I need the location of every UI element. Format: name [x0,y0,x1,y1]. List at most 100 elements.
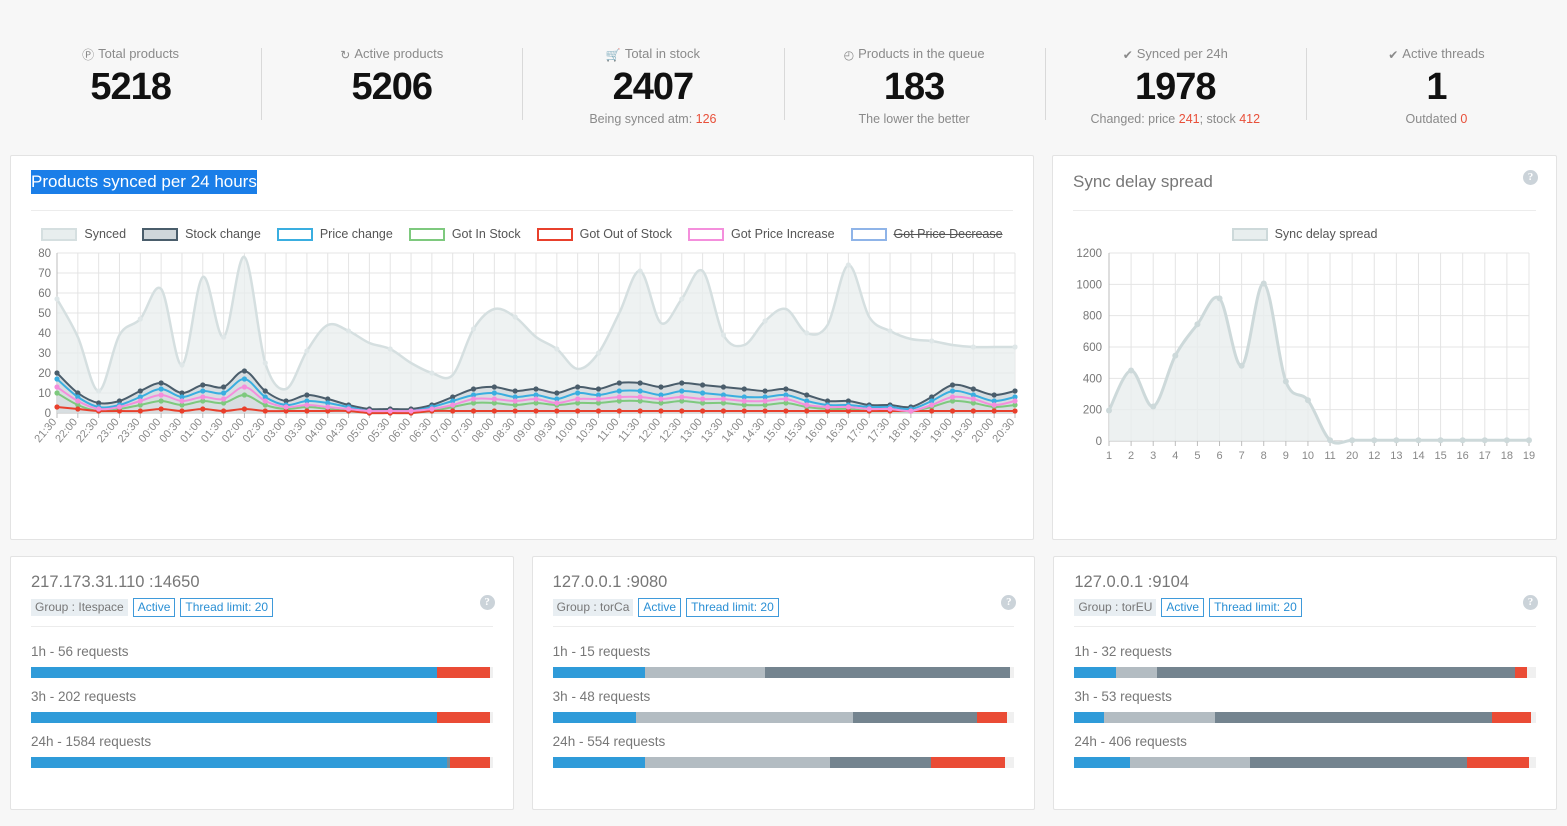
svg-text:12:30: 12:30 [657,416,684,445]
legend-swatch [536,227,573,241]
card-header: 127.0.0.1 :9104 Group : torEU Active Thread… [1054,557,1556,617]
svg-text:15:00: 15:00 [761,416,788,445]
stat-label-text: Synced per 24h [1136,46,1228,61]
svg-text:04:30: 04:30 [324,416,351,445]
bar-segment-2 [449,757,491,768]
svg-text:17:00: 17:00 [845,416,872,445]
svg-text:6: 6 [1216,450,1222,462]
bar-segment-1 [1104,712,1216,723]
svg-text:30: 30 [38,348,51,360]
svg-text:10:30: 10:30 [574,416,601,445]
svg-text:10: 10 [38,388,51,400]
help-icon[interactable]: ? [1523,170,1538,185]
status-badge[interactable]: Active [1161,598,1205,617]
svg-text:14: 14 [1412,450,1424,462]
requests-bar-0[interactable] [1074,667,1537,678]
legend-item-1[interactable]: Stock change [142,227,261,241]
requests-bar-2[interactable] [31,757,493,768]
requests-bar-0[interactable] [31,667,493,678]
status-badge[interactable]: Active [638,598,682,617]
thread-limit-badge[interactable]: Thread limit: 20 [1209,598,1302,617]
main-chart[interactable]: 0 10 20 30 40 50 60 70 80 21:30 22:00 22:30 23:00 23:… [11,245,1033,475]
legend-swatch [41,227,78,241]
requests-bar-0[interactable] [552,667,1015,678]
svg-text:19:00: 19:00 [928,416,955,445]
legend-item-0[interactable]: Sync delay spread [1231,227,1378,241]
stat-sub-accent: 126 [695,112,717,126]
legend-item-4[interactable]: Got Out of Stock [536,227,672,241]
requests-bar-1[interactable] [31,712,493,723]
stat-sub-accent: 0 [1460,112,1468,126]
svg-text:400: 400 [1083,373,1102,385]
card-body: 1h - 32 requests 3h - 53 requests 24h - 40… [1054,627,1556,768]
svg-text:60: 60 [38,288,51,300]
svg-text:03:30: 03:30 [282,416,309,445]
svg-text:70: 70 [38,268,51,280]
cart-icon: 🛒 [605,48,621,62]
stat-label: ◴ Products in the queue [784,46,1045,63]
svg-text:11:00: 11:00 [595,416,621,444]
svg-text:50: 50 [38,308,51,320]
svg-text:14:00: 14:00 [720,416,747,445]
legend-item-0[interactable]: Synced [41,227,126,241]
legend-item-3[interactable]: Got In Stock [408,227,521,241]
stat-label: ↻ Active products [261,46,522,63]
svg-text:03:00: 03:00 [261,416,288,445]
svg-text:13:00: 13:00 [678,416,705,445]
bar-segment-3 [1515,667,1527,678]
help-icon[interactable]: ? [479,595,495,610]
legend-swatch [408,227,445,241]
legend-item-5[interactable]: Got Price Increase [688,227,835,241]
page-title: Products synced per 24 hours [31,170,257,194]
svg-text:23:00: 23:00 [95,416,122,445]
svg-text:8: 8 [1261,450,1267,462]
thread-limit-badge[interactable]: Thread limit: 20 [180,598,274,617]
thread-limit-badge[interactable]: Thread limit: 20 [686,598,779,617]
help-icon[interactable]: ? [1523,595,1539,610]
legend-swatch [1231,227,1268,241]
bar-segment-0 [1074,757,1130,768]
bar-segment-3 [1492,712,1532,723]
svg-text:06:00: 06:00 [386,416,413,445]
requests-bar-2[interactable] [1074,757,1537,768]
bar-segment-0 [1074,712,1105,723]
svg-text:15:30: 15:30 [782,416,809,445]
legend-item-6[interactable]: Got Price Decrease [850,227,1003,241]
side-chart-legend[interactable]: Sync delay spread [1053,211,1556,245]
proxy-cards-row: 217.173.31.110 :14650 Group : Itespace Act… [0,540,1567,810]
legend-swatch [276,227,313,241]
main-chart-legend[interactable]: Synced Stock change Price change Got In Sto… [11,211,1033,245]
status-badge[interactable]: Active [132,598,176,617]
stat-sub: Changed: price 241; stock 412 [1090,112,1261,126]
stat-value: 5218 [90,66,172,108]
requests-bar-2[interactable] [552,757,1015,768]
svg-text:09:00: 09:00 [511,416,538,445]
bar-segment-1 [437,667,490,678]
legend-label: Price change [319,227,393,241]
svg-text:11: 11 [1324,450,1335,462]
svg-text:07:30: 07:30 [449,416,476,445]
legend-swatch [850,227,887,241]
requests-bar-1[interactable] [1074,712,1537,723]
requests-bar-1[interactable] [552,712,1015,723]
legend-item-2[interactable]: Price change [276,227,393,241]
charts-row: Products synced per 24 hours Synced Stock… [0,155,1567,540]
stat-value: 1 [1426,66,1447,108]
svg-text:08:30: 08:30 [491,416,518,445]
side-chart[interactable]: 0 200 400 600 800 1000 1200 1 2 3 4 5 6 7 8 9 10 11 20 12 13… [1053,245,1556,475]
stat-sub-accent: 241 [1178,112,1200,126]
requests-label-0: 1h - 56 requests [31,644,129,659]
svg-text:4: 4 [1172,450,1178,462]
svg-text:16:30: 16:30 [824,416,851,445]
stat-card-0: Ⓟ Total products 5218 [0,46,261,111]
bar-segment-3 [1466,757,1530,768]
stat-label: Ⓟ Total products [0,46,261,63]
legend-label: Synced [84,227,127,241]
stat-label: 🛒 Total in stock [522,46,783,63]
svg-text:16: 16 [1457,450,1469,462]
svg-text:600: 600 [1083,342,1102,354]
svg-text:1000: 1000 [1076,279,1102,291]
card-tags: Group : torEU Active Thread limit: 20 [1074,598,1536,617]
panel-header: Sync delay spread ? [1053,156,1556,204]
legend-label: Sync delay spread [1274,227,1378,241]
